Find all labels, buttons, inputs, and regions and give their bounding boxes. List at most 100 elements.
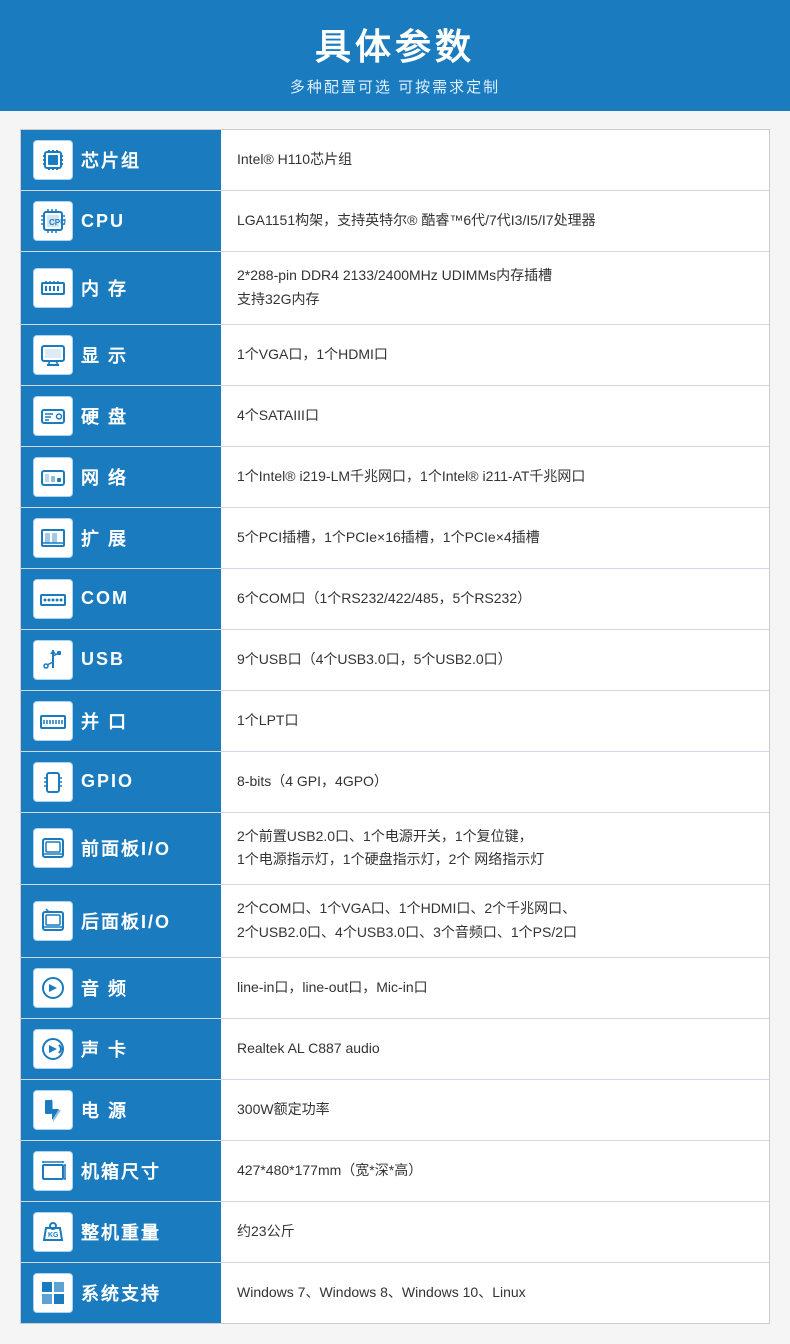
label-text-power: 电 源 [81, 1097, 128, 1123]
label-text-display: 显 示 [81, 342, 128, 368]
value-cell-parallel: 1个LPT口 [221, 690, 769, 751]
label-cell-rear-panel: 后面板I/O [21, 885, 221, 958]
label-cell-soundcard: 声 卡 [21, 1018, 221, 1079]
table-row: 网 络 1个Intel® i219-LM千兆网口，1个Intel® i211-AT… [21, 446, 769, 507]
table-row: GPIO 8-bits（4 GPI，4GPO） [21, 751, 769, 812]
label-cell-os: 系统支持 [21, 1262, 221, 1323]
value-cell-rear-panel: 2个COM口、1个VGA口、1个HDMI口、2个千兆网口、2个USB2.0口、4… [221, 885, 769, 958]
table-row: 机箱尺寸 427*480*177mm（宽*深*高） [21, 1140, 769, 1201]
value-cell-memory: 2*288-pin DDR4 2133/2400MHz UDIMMs内存插槽支持… [221, 252, 769, 325]
value-cell-usb: 9个USB口（4个USB3.0口，5个USB2.0口） [221, 629, 769, 690]
value-cell-hdd: 4个SATAIII口 [221, 385, 769, 446]
label-text-cpu: CPU [81, 211, 125, 232]
spec-table: 芯片组Intel® H110芯片组 CPU CPULGA1151构架，支持英特尔… [21, 130, 769, 1323]
label-cell-cpu: CPU CPU [21, 191, 221, 252]
label-text-parallel: 并 口 [81, 708, 128, 734]
label-text-soundcard: 声 卡 [81, 1036, 128, 1062]
value-cell-audio: line-in口，line-out口，Mic-in口 [221, 957, 769, 1018]
audio-icon [33, 968, 73, 1008]
network-icon [33, 457, 73, 497]
com-icon [33, 579, 73, 619]
label-text-rear-panel: 后面板I/O [81, 908, 171, 934]
label-text-dimensions: 机箱尺寸 [81, 1158, 161, 1184]
weight-icon: KG [33, 1212, 73, 1252]
label-text-gpio: GPIO [81, 771, 134, 792]
svg-text:CPU: CPU [49, 218, 66, 227]
label-text-memory: 内 存 [81, 275, 128, 301]
label-text-com: COM [81, 588, 129, 609]
parallel-icon [33, 701, 73, 741]
table-row: 扩 展 5个PCI插槽，1个PCIe×16插槽，1个PCIe×4插槽 [21, 507, 769, 568]
hdd-icon [33, 396, 73, 436]
value-cell-display: 1个VGA口，1个HDMI口 [221, 324, 769, 385]
chipset-icon [33, 140, 73, 180]
value-cell-dimensions: 427*480*177mm（宽*深*高） [221, 1140, 769, 1201]
table-row: 后面板I/O 2个COM口、1个VGA口、1个HDMI口、2个千兆网口、2个USB… [21, 885, 769, 958]
page-subtitle: 多种配置可选 可按需求定制 [0, 76, 790, 97]
power-icon [33, 1090, 73, 1130]
memory-icon [33, 268, 73, 308]
label-text-expansion: 扩 展 [81, 525, 128, 551]
table-row: 内 存 2*288-pin DDR4 2133/2400MHz UDIMMs内存插… [21, 252, 769, 325]
label-cell-expansion: 扩 展 [21, 507, 221, 568]
label-cell-gpio: GPIO [21, 751, 221, 812]
label-cell-usb: USB [21, 629, 221, 690]
os-icon [33, 1273, 73, 1313]
spec-table-container: 芯片组Intel® H110芯片组 CPU CPULGA1151构架，支持英特尔… [20, 129, 770, 1324]
value-cell-com: 6个COM口（1个RS232/422/485，5个RS232） [221, 568, 769, 629]
table-row: 前面板I/O2个前置USB2.0口、1个电源开关，1个复位键，1个电源指示灯，1… [21, 812, 769, 885]
value-cell-os: Windows 7、Windows 8、Windows 10、Linux [221, 1262, 769, 1323]
value-cell-gpio: 8-bits（4 GPI，4GPO） [221, 751, 769, 812]
frontpanel-icon [33, 828, 73, 868]
label-text-network: 网 络 [81, 464, 128, 490]
table-row: 音 频 line-in口，line-out口，Mic-in口 [21, 957, 769, 1018]
label-cell-power: 电 源 [21, 1079, 221, 1140]
value-cell-power: 300W额定功率 [221, 1079, 769, 1140]
label-cell-dimensions: 机箱尺寸 [21, 1140, 221, 1201]
label-text-os: 系统支持 [81, 1280, 161, 1306]
label-cell-chipset: 芯片组 [21, 130, 221, 191]
table-row: 电 源 300W额定功率 [21, 1079, 769, 1140]
gpio-icon [33, 762, 73, 802]
table-row: COM 6个COM口（1个RS232/422/485，5个RS232） [21, 568, 769, 629]
table-row: CPU CPULGA1151构架，支持英特尔® 酷睿™6代/7代I3/I5/I7… [21, 191, 769, 252]
value-cell-network: 1个Intel® i219-LM千兆网口，1个Intel® i211-AT千兆网… [221, 446, 769, 507]
table-row: 并 口 1个LPT口 [21, 690, 769, 751]
display-icon [33, 335, 73, 375]
value-cell-weight: 约23公斤 [221, 1201, 769, 1262]
label-cell-memory: 内 存 [21, 252, 221, 325]
soundcard-icon [33, 1029, 73, 1069]
label-cell-network: 网 络 [21, 446, 221, 507]
label-cell-display: 显 示 [21, 324, 221, 385]
value-cell-expansion: 5个PCI插槽，1个PCIe×16插槽，1个PCIe×4插槽 [221, 507, 769, 568]
label-cell-audio: 音 频 [21, 957, 221, 1018]
label-text-hdd: 硬 盘 [81, 403, 128, 429]
value-cell-cpu: LGA1151构架，支持英特尔® 酷睿™6代/7代I3/I5/I7处理器 [221, 191, 769, 252]
label-cell-hdd: 硬 盘 [21, 385, 221, 446]
table-row: KG 整机重量约23公斤 [21, 1201, 769, 1262]
label-cell-com: COM [21, 568, 221, 629]
table-row: USB 9个USB口（4个USB3.0口，5个USB2.0口） [21, 629, 769, 690]
label-text-audio: 音 频 [81, 975, 128, 1001]
table-row: 硬 盘 4个SATAIII口 [21, 385, 769, 446]
table-row: 显 示 1个VGA口，1个HDMI口 [21, 324, 769, 385]
value-cell-soundcard: Realtek AL C887 audio [221, 1018, 769, 1079]
label-text-chipset: 芯片组 [81, 147, 141, 173]
page-title: 具体参数 [0, 18, 790, 70]
table-row: 声 卡 Realtek AL C887 audio [21, 1018, 769, 1079]
label-cell-parallel: 并 口 [21, 690, 221, 751]
svg-text:KG: KG [48, 1232, 59, 1239]
rearpanel-icon [33, 901, 73, 941]
label-text-usb: USB [81, 649, 125, 670]
table-row: 系统支持 Windows 7、Windows 8、Windows 10、Linux [21, 1262, 769, 1323]
header: 具体参数 多种配置可选 可按需求定制 [0, 0, 790, 111]
table-row: 芯片组 Intel® H110芯片组 [21, 130, 769, 191]
label-cell-weight: KG 整机重量 [21, 1201, 221, 1262]
expansion-icon [33, 518, 73, 558]
label-text-weight: 整机重量 [81, 1219, 161, 1245]
usb-icon [33, 640, 73, 680]
label-cell-front-panel: 前面板I/O [21, 812, 221, 885]
value-cell-chipset: Intel® H110芯片组 [221, 130, 769, 191]
dimensions-icon [33, 1151, 73, 1191]
value-cell-front-panel: 2个前置USB2.0口、1个电源开关，1个复位键，1个电源指示灯，1个硬盘指示灯… [221, 812, 769, 885]
